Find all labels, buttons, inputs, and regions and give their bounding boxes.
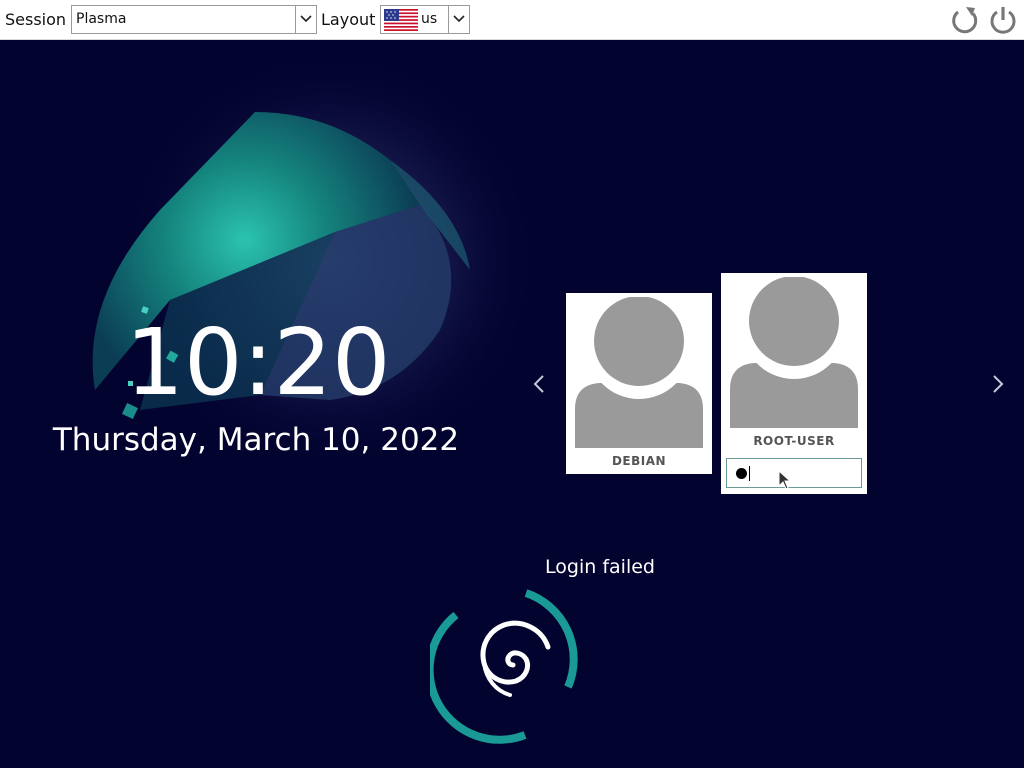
layout-label: Layout (321, 10, 376, 29)
power-icon[interactable] (987, 4, 1019, 36)
chevron-right-icon[interactable] (988, 370, 1008, 398)
user-card-root-user[interactable]: ROOT-USER (721, 273, 867, 494)
login-screen: { "topbar": { "session_label": "Session"… (0, 0, 1024, 768)
password-input[interactable] (726, 458, 862, 488)
top-bar: Session Plasma Layout us (0, 0, 1024, 40)
user-name: ROOT-USER (753, 434, 835, 448)
chevron-down-icon[interactable] (448, 6, 469, 33)
session-select[interactable]: Plasma (71, 5, 317, 34)
password-dot (736, 468, 747, 479)
user-avatar-icon (730, 277, 858, 428)
chevron-left-icon[interactable] (529, 370, 549, 398)
text-caret (749, 466, 750, 481)
chevron-down-icon[interactable] (295, 6, 316, 33)
clock-time: 10:20 (125, 309, 391, 416)
status-message: Login failed (545, 556, 655, 578)
us-flag-icon (384, 9, 418, 31)
debian-logo-icon (430, 589, 578, 744)
layout-select[interactable]: us (380, 5, 470, 34)
layout-value: us (421, 11, 438, 27)
clock-date: Thursday, March 10, 2022 (52, 422, 460, 458)
user-name: DEBIAN (611, 454, 667, 468)
session-value: Plasma (76, 11, 127, 27)
reboot-icon[interactable] (949, 4, 981, 36)
mouse-cursor-icon (778, 470, 792, 490)
user-card-debian[interactable]: DEBIAN (566, 293, 712, 474)
session-label: Session (5, 10, 67, 29)
user-avatar-icon (575, 297, 703, 448)
